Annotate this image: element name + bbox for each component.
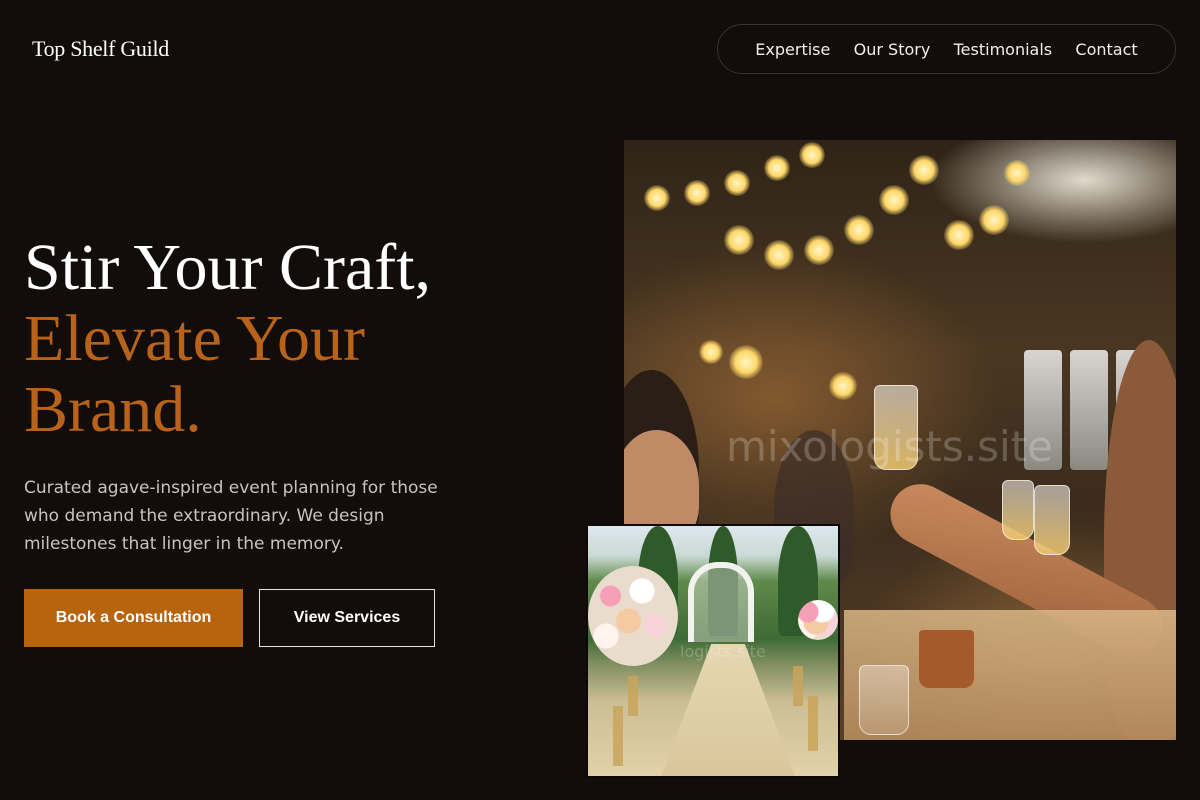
nav-item-contact[interactable]: Contact (1075, 40, 1137, 59)
string-light (724, 225, 754, 255)
floral-arrangement (588, 566, 678, 666)
chair (613, 706, 623, 766)
string-light (644, 185, 670, 211)
chair (808, 696, 818, 751)
photo-window (1070, 350, 1108, 470)
nav-item-expertise[interactable]: Expertise (755, 40, 830, 59)
hero-title-line-2: Elevate Your (24, 302, 365, 375)
string-light (764, 155, 790, 181)
string-light (764, 240, 794, 270)
string-light (979, 205, 1009, 235)
wall-lamp (829, 372, 857, 400)
main-nav: Expertise Our Story Testimonials Contact (717, 24, 1176, 74)
string-light (724, 170, 750, 196)
hero-title-line-3: Brand. (24, 373, 202, 446)
image-watermark: logists.site (680, 642, 766, 661)
ceremony-arch (688, 562, 754, 642)
wedding-aisle-photo: logists.site (586, 524, 840, 778)
hero-description: Curated agave-inspired event planning fo… (24, 478, 438, 554)
wall-lamp (699, 340, 723, 364)
floral-arrangement (798, 600, 838, 640)
string-light (944, 220, 974, 250)
brand-logo[interactable]: Top Shelf Guild (32, 36, 169, 62)
image-watermark: mixologists.site (726, 422, 1053, 471)
wall-lamp (729, 345, 763, 379)
string-light (879, 185, 909, 215)
string-light (684, 180, 710, 206)
chair (628, 676, 638, 716)
nav-item-testimonials[interactable]: Testimonials (954, 40, 1053, 59)
champagne-glass (1002, 480, 1034, 540)
hero-title: Stir Your Craft, Elevate Your Brand. (24, 232, 584, 445)
string-light (909, 155, 939, 185)
hero-title-line-1: Stir Your Craft, (24, 231, 432, 304)
aisle (658, 644, 798, 776)
book-consultation-button[interactable]: Book a Consultation (24, 589, 243, 647)
plant-pot (919, 630, 974, 688)
string-light (804, 235, 834, 265)
wine-glass (859, 665, 909, 735)
string-light (799, 142, 825, 168)
view-services-button[interactable]: View Services (259, 589, 435, 647)
champagne-glass (1034, 485, 1070, 555)
string-light (1004, 160, 1030, 186)
string-light (844, 215, 874, 245)
chair (793, 666, 803, 706)
nav-item-our-story[interactable]: Our Story (854, 40, 931, 59)
